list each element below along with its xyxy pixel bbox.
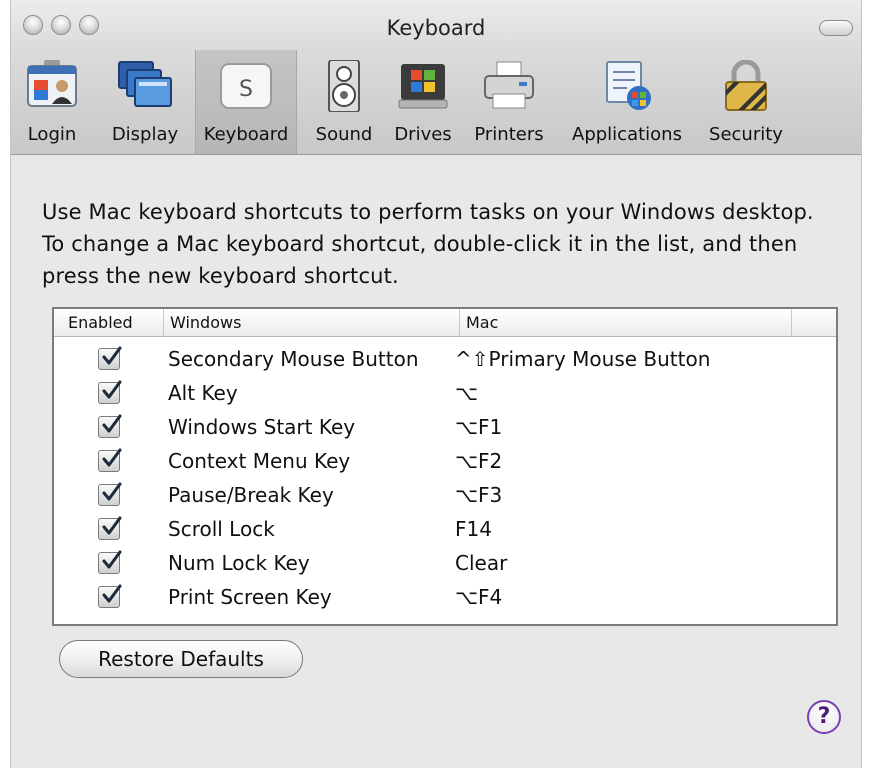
enabled-checkbox[interactable] [98, 516, 122, 540]
toolbar-item-login[interactable]: Login [13, 50, 91, 154]
toolbar-item-security[interactable]: Security [699, 50, 793, 154]
help-button[interactable]: ? [807, 700, 841, 734]
shortcuts-table: Enabled Windows Mac Secondary Mouse Butt… [52, 307, 838, 626]
preferences-toolbar: Login Display S Keyboard Sound Drives Pr… [11, 50, 861, 154]
padlock-icon [718, 59, 774, 112]
svg-text:S: S [239, 77, 253, 102]
title-bar: Keyboard Login Display S Keyboard Sound … [11, 0, 861, 155]
mac-shortcut-cell[interactable]: ⌥F4 [455, 585, 502, 609]
keyboard-preferences-window: Keyboard Login Display S Keyboard Sound … [10, 0, 862, 768]
mac-shortcut-cell[interactable]: Clear [455, 551, 507, 575]
display-monitors-icon [117, 60, 173, 112]
column-header-enabled[interactable]: Enabled [54, 309, 164, 336]
enabled-checkbox[interactable] [98, 584, 122, 608]
windows-key-cell: Windows Start Key [168, 415, 356, 439]
windows-key-cell: Scroll Lock [168, 517, 275, 541]
mac-shortcut-cell[interactable]: ⌥ [455, 381, 478, 405]
enabled-checkbox[interactable] [98, 346, 122, 370]
table-row[interactable]: Print Screen Key ⌥F4 [54, 581, 836, 615]
table-row[interactable]: Scroll Lock F14 [54, 513, 836, 547]
windows-key-cell: Pause/Break Key [168, 483, 334, 507]
mac-shortcut-cell[interactable]: ⌥F3 [455, 483, 502, 507]
printer-icon [481, 60, 537, 112]
toolbar-label-security: Security [709, 124, 783, 145]
table-row[interactable]: Secondary Mouse Button ^⇧Primary Mouse Bu… [54, 343, 836, 377]
table-row[interactable]: Windows Start Key ⌥F1 [54, 411, 836, 445]
toolbar-label-display: Display [111, 124, 179, 145]
toolbar-label-login: Login [27, 124, 77, 145]
drive-icon [395, 60, 451, 112]
mac-shortcut-cell[interactable]: ⌥F1 [455, 415, 502, 439]
column-header-spacer [792, 309, 836, 336]
toolbar-label-applications: Applications [572, 124, 682, 145]
toolbar-label-drives: Drives [394, 124, 452, 145]
enabled-checkbox[interactable] [98, 414, 122, 438]
toolbar-label-keyboard: Keyboard [203, 124, 289, 145]
table-row[interactable]: Alt Key ⌥ [54, 377, 836, 411]
table-header: Enabled Windows Mac [54, 309, 836, 337]
toolbar-item-printers[interactable]: Printers [461, 50, 557, 154]
table-row[interactable]: Pause/Break Key ⌥F3 [54, 479, 836, 513]
instructions-text: Use Mac keyboard shortcuts to perform ta… [42, 200, 814, 288]
enabled-checkbox[interactable] [98, 448, 122, 472]
table-row[interactable]: Context Menu Key ⌥F2 [54, 445, 836, 479]
login-id-card-icon [24, 60, 80, 112]
windows-key-cell: Secondary Mouse Button [168, 347, 419, 371]
toolbar-item-drives[interactable]: Drives [387, 50, 459, 154]
windows-key-cell: Alt Key [168, 381, 238, 405]
column-header-windows[interactable]: Windows [164, 309, 460, 336]
column-header-mac[interactable]: Mac [460, 309, 792, 336]
toolbar-item-sound[interactable]: Sound [301, 50, 387, 154]
windows-key-cell: Print Screen Key [168, 585, 332, 609]
mac-shortcut-cell[interactable]: ⌥F2 [455, 449, 502, 473]
mac-shortcut-cell[interactable]: ^⇧Primary Mouse Button [455, 347, 710, 371]
enabled-checkbox[interactable] [98, 482, 122, 506]
toolbar-item-applications[interactable]: Applications [557, 50, 697, 154]
mac-shortcut-cell[interactable]: F14 [455, 517, 492, 541]
windows-key-cell: Context Menu Key [168, 449, 351, 473]
toolbar-item-display[interactable]: Display [95, 50, 195, 154]
table-row[interactable]: Num Lock Key Clear [54, 547, 836, 581]
toolbar-item-keyboard[interactable]: S Keyboard [195, 50, 297, 154]
speaker-icon [316, 59, 372, 113]
enabled-checkbox[interactable] [98, 380, 122, 404]
toolbar-label-printers: Printers [474, 124, 544, 145]
keyboard-key-icon: S [218, 60, 274, 112]
restore-defaults-button[interactable]: Restore Defaults [59, 640, 303, 678]
enabled-checkbox[interactable] [98, 550, 122, 574]
toolbar-label-sound: Sound [315, 124, 373, 145]
windows-key-cell: Num Lock Key [168, 551, 310, 575]
toolbar-toggle-button[interactable] [819, 20, 853, 36]
window-title: Keyboard [386, 16, 486, 40]
applications-icon [599, 60, 655, 112]
